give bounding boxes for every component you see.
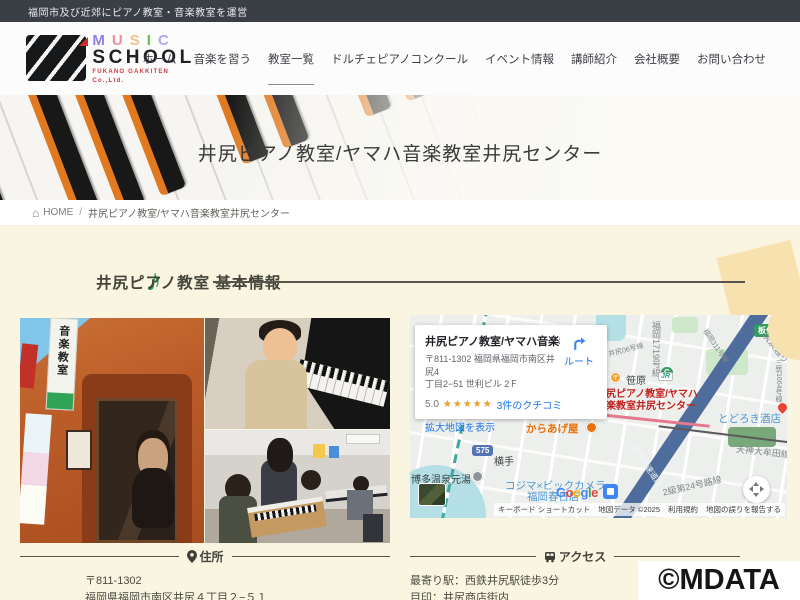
nav-item[interactable]: 音楽を習う xyxy=(194,47,252,71)
terms-link[interactable]: 利用規約 xyxy=(668,504,698,515)
address-heading: 住所 xyxy=(200,548,224,565)
map-badge-575: 575 xyxy=(472,445,493,456)
map-onsen-icon[interactable] xyxy=(472,471,483,482)
jr-station-icon: JR xyxy=(658,372,673,381)
view-larger-map-link[interactable]: 拡大地図を表示 xyxy=(425,419,599,434)
address-section: 住所 〒811-1302 福岡県福岡市南区井尻４丁目２−５１ xyxy=(20,548,390,600)
pan-control[interactable] xyxy=(743,476,770,503)
rating-score: 5.0 xyxy=(425,399,439,410)
address-text: 〒811-1302 福岡県福岡市南区井尻４丁目２−５１ xyxy=(85,573,390,600)
directions-button[interactable]: ルート xyxy=(559,335,599,370)
google-logo[interactable]: Google xyxy=(556,485,598,500)
photo-collage: 音楽教室 xyxy=(20,318,390,543)
watermark-box: ©MDATA xyxy=(638,561,800,600)
map-attribution: キーボード ショートカット 地図データ ©2025 利用規約 地図の誤りを報告す… xyxy=(494,503,785,516)
postal-code: 〒811-1302 xyxy=(85,573,390,590)
directions-icon xyxy=(571,335,588,352)
main-nav: ホーム音楽を習う教室一覧ドルチェピアノコンクールイベント情報講師紹介会社概要お問… xyxy=(142,22,766,95)
map-pin-icon xyxy=(187,550,197,563)
building-sign: 音楽教室 xyxy=(46,318,79,411)
transit-icon[interactable] xyxy=(603,484,618,499)
site-header: MUSIC SCHOOL FUKANO GAKKITEN Co.,Ltd. ホー… xyxy=(0,22,800,95)
reviews-link[interactable]: 3件のクチコミ xyxy=(497,397,563,412)
map-park-3 xyxy=(672,317,698,333)
photo-building-exterior: 音楽教室 xyxy=(20,318,204,543)
photo-classroom xyxy=(205,430,390,543)
page: 福岡市及び近郊にピアノ教室・音楽教室を運営 MUSIC SCHOOL FUKAN… xyxy=(0,0,800,600)
rating-row: 5.0 ★★★★★ 3件のクチコミ xyxy=(425,397,599,412)
photo-boy-at-piano xyxy=(205,318,390,429)
map-post-office-icon[interactable]: 〒 xyxy=(610,372,621,383)
google-map[interactable]: 福岡1719号線 井尻06号線 板付 筑紫通り C 福岡311号線 三筑1664… xyxy=(410,315,787,518)
breadcrumb-home-link[interactable]: HOME xyxy=(43,207,73,218)
map-info-card: 井尻ピアノ教室/ヤマハ音楽教... 〒811-1302 福岡県福岡市南区井尻4丁… xyxy=(415,325,607,419)
announcement-text: 福岡市及び近郊にピアノ教室・音楽教室を運営 xyxy=(28,4,248,19)
page-title: 井尻ピアノ教室/ヤマハ音楽教室井尻センター xyxy=(198,139,603,166)
map-label-yokote: 横手 xyxy=(494,453,514,468)
satellite-toggle[interactable] xyxy=(418,483,446,506)
access-heading: アクセス xyxy=(559,548,606,565)
nav-item[interactable]: ホーム xyxy=(142,47,176,71)
bus-icon xyxy=(544,551,556,563)
nav-item[interactable]: 教室一覧 xyxy=(268,47,314,71)
breadcrumb-separator: / xyxy=(79,207,82,218)
breadcrumb-current: 井尻ピアノ教室/ヤマハ音楽教室井尻センター xyxy=(88,205,290,220)
map-label-road1664: 三筑1664号線 xyxy=(773,359,783,403)
home-icon: ⌂ xyxy=(32,207,39,219)
map-label-poi-main: 井尻ピアノ教室/ヤマハ音楽教室井尻センター xyxy=(596,389,698,412)
watermark-text: ©MDATA xyxy=(658,564,780,597)
nav-item[interactable]: 会社概要 xyxy=(634,47,680,71)
report-error-link[interactable]: 地図の誤りを報告する xyxy=(706,504,781,515)
map-data-label: 地図データ ©2025 xyxy=(598,504,660,515)
breadcrumb: ⌂ HOME / 井尻ピアノ教室/ヤマハ音楽教室井尻センター xyxy=(0,200,800,226)
section-rule xyxy=(213,281,745,283)
map-card-title[interactable]: 井尻ピアノ教室/ヤマハ音楽教... xyxy=(425,333,560,349)
nav-item[interactable]: イベント情報 xyxy=(485,47,554,71)
nav-item[interactable]: 講師紹介 xyxy=(571,47,617,71)
nav-item[interactable]: お問い合わせ xyxy=(697,47,766,71)
map-card-address: 〒811-1302 福岡県福岡市南区井尻4丁目2−51 世利ビル 2Ｆ xyxy=(425,353,557,391)
logo-mark-icon xyxy=(26,35,86,81)
rating-stars: ★★★★★ xyxy=(443,399,493,410)
map-label-todoroki: とどろき酒店 xyxy=(718,411,781,426)
nav-item[interactable]: ドルチェピアノコンクール xyxy=(331,47,468,71)
address-line: 福岡県福岡市南区井尻４丁目２−５１ xyxy=(85,590,390,600)
map-label-sasabaru: 笹原 xyxy=(626,372,646,387)
hero-banner: 井尻ピアノ教室/ヤマハ音楽教室井尻センター xyxy=(0,95,800,200)
address-heading-row: 住所 xyxy=(20,548,390,565)
building-sign-text: 音楽教室 xyxy=(53,325,72,378)
announcement-bar: 福岡市及び近郊にピアノ教室・音楽教室を運営 xyxy=(0,0,800,22)
keyboard-shortcuts-link[interactable]: キーボード ショートカット xyxy=(498,504,590,515)
directions-label: ルート xyxy=(564,357,594,368)
